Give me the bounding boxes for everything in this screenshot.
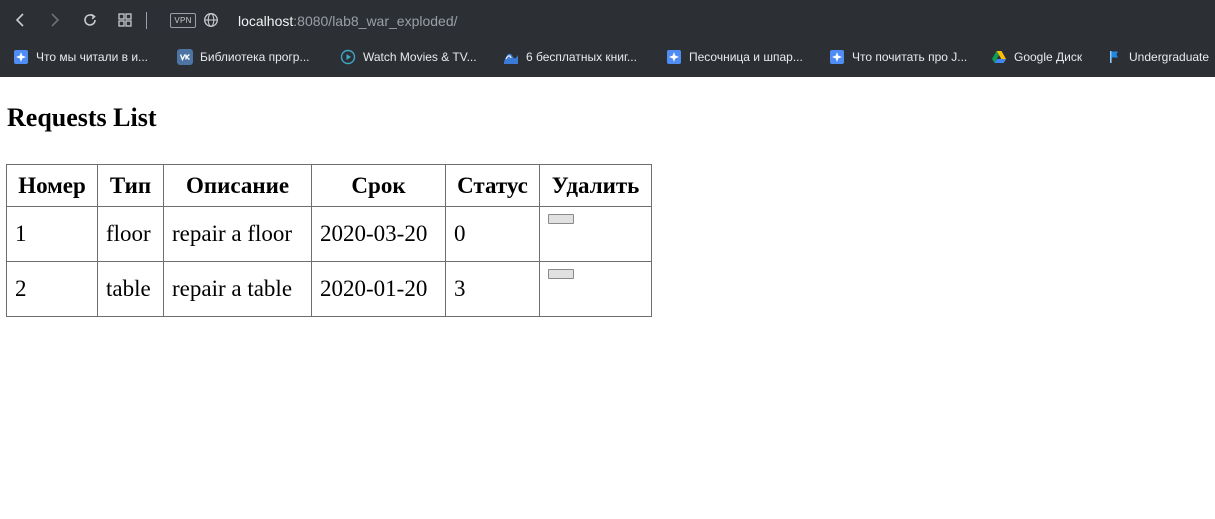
page-title: Requests List [7, 103, 157, 132]
delete-button[interactable] [548, 269, 574, 279]
bookmark-label: Undergraduate [1129, 50, 1210, 64]
bookmark-label: Watch Movies & TV... [363, 50, 477, 64]
bookmark-item[interactable]: Google Диск [991, 47, 1082, 67]
address-bar[interactable]: localhost:8080/lab8_war_exploded/ [238, 12, 458, 30]
tabs-grid-icon[interactable] [115, 10, 135, 30]
cell-description: repair a table [163, 261, 311, 316]
toolbar-separator [146, 12, 147, 29]
cell-deadline: 2020-03-20 [311, 206, 445, 261]
cell-delete [539, 261, 651, 316]
vpn-badge[interactable]: VPN [170, 13, 196, 28]
cell-status: 3 [445, 261, 539, 316]
bookmark-item[interactable]: Песочница и шпар... [666, 47, 803, 67]
puzzle-icon [666, 49, 682, 65]
browser-chrome: VPN localhost:8080/lab8_war_exploded/ Чт… [0, 0, 1215, 77]
puzzle-icon [13, 49, 29, 65]
cell-description: repair a floor [163, 206, 311, 261]
bookmark-label: Google Диск [1014, 50, 1083, 64]
browser-toolbar: VPN localhost:8080/lab8_war_exploded/ [0, 0, 1215, 40]
table-header-row: Номер Тип Описание Срок Статус Удалить [7, 165, 651, 206]
cell-delete [539, 206, 651, 261]
cell-deadline: 2020-01-20 [311, 261, 445, 316]
header-type: Тип [97, 165, 163, 206]
bookmark-item[interactable]: Watch Movies & TV... [340, 47, 477, 67]
url-host: localhost [238, 13, 294, 29]
reload-icon[interactable] [80, 10, 100, 30]
cell-type: table [97, 261, 163, 316]
globe-icon[interactable] [203, 12, 219, 28]
bookmark-label: Что мы читали в и... [36, 50, 149, 64]
table-row: 2 table repair a table 2020-01-20 3 [7, 261, 651, 316]
table-row: 1 floor repair a floor 2020-03-20 0 [7, 206, 651, 261]
bookmarks-bar: Что мы читали в и... Библиотека прогр...… [0, 44, 1215, 70]
flag-icon [1106, 49, 1122, 65]
cell-type: floor [97, 206, 163, 261]
bookmark-label: Библиотека прогр... [200, 50, 310, 64]
bookmark-label: Песочница и шпар... [689, 50, 803, 64]
delete-button[interactable] [548, 214, 574, 224]
url-path: :8080/lab8_war_exploded/ [293, 13, 458, 29]
header-status: Статус [445, 165, 539, 206]
cell-status: 0 [445, 206, 539, 261]
page-content: Requests List Номер Тип Описание Срок Ст… [0, 77, 1215, 519]
header-delete: Удалить [539, 165, 651, 206]
bookmark-item[interactable]: Что мы читали в и... [13, 47, 148, 67]
bookmark-item[interactable]: 6 бесплатных книг... [503, 47, 637, 67]
google-drive-icon [991, 49, 1007, 65]
header-description: Описание [163, 165, 311, 206]
bookmark-label: 6 бесплатных книг... [526, 50, 637, 64]
cell-number: 2 [7, 261, 97, 316]
back-icon[interactable] [11, 10, 31, 30]
bookmark-item[interactable]: Библиотека прогр... [177, 47, 309, 67]
bookmark-item[interactable]: Что почитать про J... [829, 47, 967, 67]
requests-table: Номер Тип Описание Срок Статус Удалить 1… [6, 164, 652, 317]
header-number: Номер [18, 172, 86, 198]
bookmark-item[interactable]: Undergraduate [1106, 47, 1209, 67]
header-deadline: Срок [311, 165, 445, 206]
cell-number: 1 [7, 206, 97, 261]
play-circle-icon [340, 49, 356, 65]
forward-icon[interactable] [44, 10, 64, 30]
wave-icon [503, 49, 519, 65]
puzzle-icon [829, 49, 845, 65]
bookmark-label: Что почитать про J... [852, 50, 968, 64]
vk-icon [177, 49, 193, 65]
